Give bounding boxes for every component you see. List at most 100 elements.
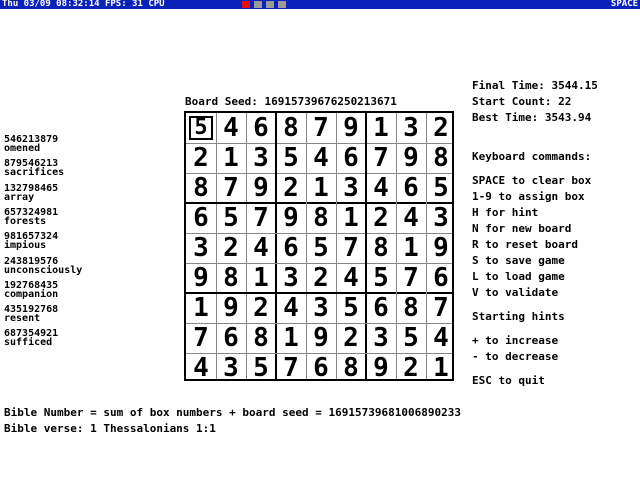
- board-cell[interactable]: 1: [246, 263, 276, 293]
- board-cell[interactable]: 3: [246, 143, 276, 173]
- board-cell[interactable]: 2: [336, 323, 366, 353]
- board-cell[interactable]: 7: [186, 323, 216, 353]
- board-cell[interactable]: 2: [396, 353, 426, 383]
- board-cell[interactable]: 4: [216, 113, 246, 143]
- board-cell[interactable]: 2: [366, 203, 396, 233]
- board-cell[interactable]: 7: [336, 233, 366, 263]
- board-cell[interactable]: 3: [336, 173, 366, 203]
- solution-word: sufficed: [4, 337, 53, 349]
- grid-line: [186, 232, 452, 234]
- board-cell[interactable]: 3: [306, 293, 336, 323]
- board-cell[interactable]: 4: [276, 293, 306, 323]
- grid-line: [186, 262, 452, 264]
- board-cell[interactable]: 9: [366, 353, 396, 383]
- board-cell[interactable]: 4: [186, 353, 216, 383]
- board-cell[interactable]: 9: [246, 173, 276, 203]
- board-cell[interactable]: 8: [426, 143, 456, 173]
- board-cell[interactable]: 1: [306, 173, 336, 203]
- command-item: L to load game: [472, 270, 565, 283]
- board-cell[interactable]: 5: [426, 173, 456, 203]
- board-cell[interactable]: 8: [336, 353, 366, 383]
- board-cell[interactable]: 2: [216, 233, 246, 263]
- board-cell[interactable]: 5: [276, 143, 306, 173]
- board-cell[interactable]: 6: [276, 233, 306, 263]
- cpu-meter-free: [278, 1, 286, 8]
- board-cell[interactable]: 2: [426, 113, 456, 143]
- board-cell[interactable]: 7: [306, 113, 336, 143]
- board-cell[interactable]: 6: [336, 143, 366, 173]
- solution-word: forests: [4, 215, 47, 227]
- board-cell[interactable]: 7: [396, 263, 426, 293]
- solution-word: omened: [4, 143, 41, 154]
- board-cell[interactable]: 1: [186, 293, 216, 323]
- board-cell[interactable]: 5: [396, 323, 426, 353]
- board-cell[interactable]: 6: [306, 353, 336, 383]
- box-divider: [186, 202, 452, 204]
- board-cell[interactable]: 6: [366, 293, 396, 323]
- board-cell[interactable]: 2: [306, 263, 336, 293]
- board-cell[interactable]: 5: [216, 203, 246, 233]
- board-cell[interactable]: 1: [366, 113, 396, 143]
- board-cell[interactable]: 6: [216, 323, 246, 353]
- board-cell[interactable]: 9: [276, 203, 306, 233]
- board-cell[interactable]: 7: [426, 293, 456, 323]
- board-cell[interactable]: 8: [216, 263, 246, 293]
- board-cell[interactable]: 8: [276, 113, 306, 143]
- board-cell[interactable]: 5: [306, 233, 336, 263]
- board-cell[interactable]: 4: [426, 323, 456, 353]
- board-cell[interactable]: 1: [396, 233, 426, 263]
- board-cell[interactable]: 3: [276, 263, 306, 293]
- board-cell[interactable]: 6: [186, 203, 216, 233]
- board-cell[interactable]: 6: [426, 263, 456, 293]
- selected-cell-value: 5: [194, 115, 208, 140]
- board-cell[interactable]: 4: [306, 143, 336, 173]
- board-cell[interactable]: 7: [246, 203, 276, 233]
- board-cell[interactable]: 3: [366, 323, 396, 353]
- board-cell[interactable]: 4: [336, 263, 366, 293]
- board-cell[interactable]: 3: [396, 113, 426, 143]
- box-divider: [275, 113, 277, 379]
- board-cell[interactable]: 9: [336, 113, 366, 143]
- board-cell[interactable]: 6: [246, 113, 276, 143]
- board-cell[interactable]: 3: [426, 203, 456, 233]
- board-cell[interactable]: 1: [426, 353, 456, 383]
- board-cell[interactable]: 5: [366, 263, 396, 293]
- board-cell[interactable]: 3: [186, 233, 216, 263]
- board-cell[interactable]: 7: [216, 173, 246, 203]
- board-cell[interactable]: 4: [246, 233, 276, 263]
- board-cell[interactable]: 8: [186, 173, 216, 203]
- board-cell[interactable]: 7: [366, 143, 396, 173]
- board-cell[interactable]: 7: [276, 353, 306, 383]
- sudoku-board[interactable]: 5468791322135467988792134656579812433246…: [184, 111, 456, 383]
- board-cell[interactable]: 1: [336, 203, 366, 233]
- board-cell[interactable]: 8: [366, 233, 396, 263]
- solution-word: impious: [4, 240, 47, 252]
- board-cell[interactable]: 8: [396, 293, 426, 323]
- board-cell[interactable]: 4: [366, 173, 396, 203]
- board-cell[interactable]: 1: [216, 143, 246, 173]
- board-cell[interactable]: 6: [396, 173, 426, 203]
- board-cell[interactable]: 9: [396, 143, 426, 173]
- board-cell[interactable]: 2: [186, 143, 216, 173]
- board-cell[interactable]: 9: [186, 263, 216, 293]
- board-cell[interactable]: 4: [396, 203, 426, 233]
- hints-heading: Starting hints: [472, 310, 565, 323]
- board-cell[interactable]: 8: [246, 323, 276, 353]
- board-cell[interactable]: 1: [276, 323, 306, 353]
- board-cell[interactable]: 5: [186, 113, 216, 143]
- clock-readout: Thu 03/09 08:32:14 FPS: 31 CPU: [2, 0, 165, 9]
- board-cell[interactable]: 9: [426, 233, 456, 263]
- board-cell[interactable]: 8: [306, 203, 336, 233]
- command-item: S to save game: [472, 254, 565, 267]
- board-cell[interactable]: 9: [216, 293, 246, 323]
- grid-line: [186, 142, 452, 144]
- board-cell[interactable]: 2: [246, 293, 276, 323]
- solution-word: companion: [4, 288, 59, 300]
- board-cell[interactable]: 5: [336, 293, 366, 323]
- board-cell[interactable]: 5: [246, 353, 276, 383]
- board-cell[interactable]: 9: [306, 323, 336, 353]
- board-cell[interactable]: 2: [276, 173, 306, 203]
- board-cell[interactable]: 3: [216, 353, 246, 383]
- command-item: R to reset board: [472, 238, 578, 251]
- hint-command-item: - to decrease: [472, 350, 559, 363]
